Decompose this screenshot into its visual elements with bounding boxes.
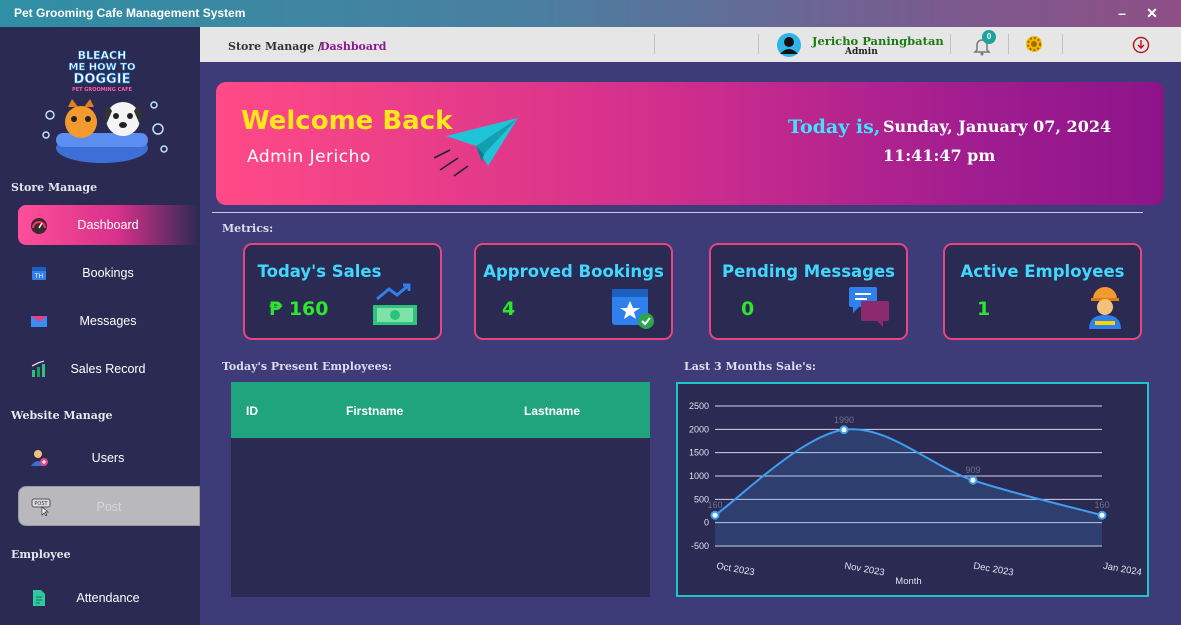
sidebar-item-post[interactable]: POST Post bbox=[18, 486, 200, 526]
current-time: 11:41:47 pm bbox=[883, 146, 996, 165]
y-tick-label: -500 bbox=[691, 541, 709, 551]
logo-image: BLEACH ME HOW TO DOGGIE PET GROOMING CAF… bbox=[42, 49, 168, 163]
metric-title: Active Employees bbox=[960, 262, 1125, 281]
sidebar-item-attendance[interactable]: Attendance bbox=[18, 578, 200, 618]
x-tick-label: Nov 2023 bbox=[843, 561, 885, 579]
section-website-manage: Website Manage bbox=[11, 409, 113, 422]
section-employee: Employee bbox=[11, 548, 71, 561]
sidebar-item-label: Attendance bbox=[76, 591, 140, 605]
column-header-lastname[interactable]: Lastname bbox=[524, 404, 580, 418]
sidebar: BLEACH ME HOW TO DOGGIE PET GROOMING CAF… bbox=[0, 27, 200, 625]
x-axis-label: Month bbox=[895, 576, 921, 587]
sidebar-item-sales-record[interactable]: Sales Record bbox=[18, 349, 200, 389]
gear-icon[interactable] bbox=[1024, 34, 1044, 54]
calendar-check-icon bbox=[612, 289, 654, 329]
column-header-firstname[interactable]: Firstname bbox=[346, 404, 403, 418]
chat-bubbles-icon bbox=[849, 287, 889, 327]
sidebar-item-label: Users bbox=[91, 451, 125, 465]
admin-name: Admin Jericho bbox=[247, 147, 371, 167]
metric-title: Approved Bookings bbox=[483, 262, 664, 281]
metric-value: 4 bbox=[502, 298, 516, 320]
cash-icon bbox=[373, 283, 417, 325]
sidebar-item-dashboard[interactable]: Dashboard bbox=[18, 205, 200, 245]
worker-icon bbox=[1089, 287, 1121, 329]
metrics-label: Metrics: bbox=[222, 222, 274, 235]
data-label: 160 bbox=[707, 500, 722, 510]
sidebar-item-label: Dashboard bbox=[77, 218, 139, 232]
sales-chart-svg: 25002000150010005000-5001601990909160Oct… bbox=[689, 401, 1143, 587]
logo-text-3: DOGGIE bbox=[74, 72, 131, 87]
y-tick-label: 0 bbox=[704, 518, 709, 528]
employees-table: ID Firstname Lastname bbox=[231, 382, 650, 597]
paper-plane-icon bbox=[433, 118, 518, 177]
metric-value: 0 bbox=[741, 298, 755, 320]
sidebar-item-bookings[interactable]: TH Bookings bbox=[18, 253, 200, 293]
title-bar: Pet Grooming Cafe Management System – ✕ bbox=[0, 0, 1181, 27]
close-button[interactable]: ✕ bbox=[1140, 3, 1164, 23]
breadcrumb-current: Dashboard bbox=[320, 40, 387, 53]
sidebar-item-messages[interactable]: Messages bbox=[18, 301, 200, 341]
metric-value: ₱ 160 bbox=[269, 298, 329, 320]
sales-chart-label: Last 3 Months Sale's: bbox=[684, 360, 816, 373]
data-point bbox=[1097, 510, 1107, 520]
top-bar: Store Manage / Dashboard Jericho Paningb… bbox=[200, 27, 1181, 62]
y-tick-label: 1000 bbox=[689, 471, 709, 481]
welcome-heading: Welcome Back bbox=[241, 106, 453, 136]
divider bbox=[212, 212, 1143, 213]
data-point bbox=[710, 510, 720, 520]
data-label: 160 bbox=[1094, 500, 1109, 510]
metric-title: Pending Messages bbox=[721, 262, 895, 281]
metric-title: Today's Sales bbox=[257, 262, 382, 281]
breadcrumb-root[interactable]: Store Manage / bbox=[228, 40, 322, 53]
table-header: ID Firstname Lastname bbox=[231, 382, 650, 438]
divider bbox=[654, 34, 655, 54]
user-name: Jericho Paningbatan bbox=[812, 34, 944, 48]
data-label: 1990 bbox=[834, 415, 854, 425]
sidebar-item-users[interactable]: Users bbox=[18, 438, 200, 478]
welcome-banner: Welcome Back Admin Jericho Today is, Sun… bbox=[216, 82, 1164, 205]
notification-badge: 0 bbox=[982, 30, 996, 44]
y-tick-label: 2500 bbox=[689, 401, 709, 411]
current-date: Sunday, January 07, 2024 bbox=[883, 117, 1112, 136]
logo-text-1: BLEACH bbox=[78, 49, 127, 62]
avatar[interactable] bbox=[776, 32, 802, 58]
user-role: Admin bbox=[845, 47, 878, 57]
divider bbox=[758, 34, 759, 54]
y-tick-label: 1500 bbox=[689, 448, 709, 458]
metric-card-todays-sales: Today's Sales ₱ 160 bbox=[243, 243, 442, 340]
sidebar-item-label: Sales Record bbox=[70, 362, 146, 376]
metric-card-approved-bookings: Approved Bookings 4 bbox=[474, 243, 673, 340]
section-store-manage: Store Manage bbox=[11, 181, 98, 194]
logout-icon[interactable] bbox=[1132, 36, 1150, 54]
today-label: Today is, bbox=[788, 116, 881, 138]
data-point bbox=[968, 475, 978, 485]
sidebar-item-label: Bookings bbox=[82, 266, 134, 280]
data-point bbox=[839, 425, 849, 435]
x-tick-label: Oct 2023 bbox=[715, 561, 755, 579]
window-title: Pet Grooming Cafe Management System bbox=[14, 6, 246, 20]
data-label: 909 bbox=[965, 465, 980, 475]
sales-chart: 2500 2000 1500 1000 500 0 -500 160 1990 909 160 Oct… bbox=[676, 382, 1149, 597]
metric-card-pending-messages: Pending Messages 0 bbox=[709, 243, 908, 340]
x-tick-label: Dec 2023 bbox=[972, 561, 1014, 579]
metric-card-active-employees: Active Employees 1 bbox=[943, 243, 1142, 340]
column-header-id[interactable]: ID bbox=[246, 404, 258, 418]
x-tick-label: Jan 2024 bbox=[1102, 561, 1142, 579]
sidebar-item-label: Post bbox=[96, 500, 122, 514]
minimize-button[interactable]: – bbox=[1110, 3, 1134, 23]
employees-label: Today's Present Employees: bbox=[222, 360, 392, 373]
logo-text-4: PET GROOMING CAFE bbox=[72, 87, 133, 93]
divider bbox=[950, 34, 951, 54]
divider bbox=[1008, 34, 1009, 54]
metric-value: 1 bbox=[977, 298, 991, 320]
y-tick-label: 2000 bbox=[689, 424, 709, 434]
sidebar-item-label: Messages bbox=[79, 314, 137, 328]
divider bbox=[1062, 34, 1063, 54]
